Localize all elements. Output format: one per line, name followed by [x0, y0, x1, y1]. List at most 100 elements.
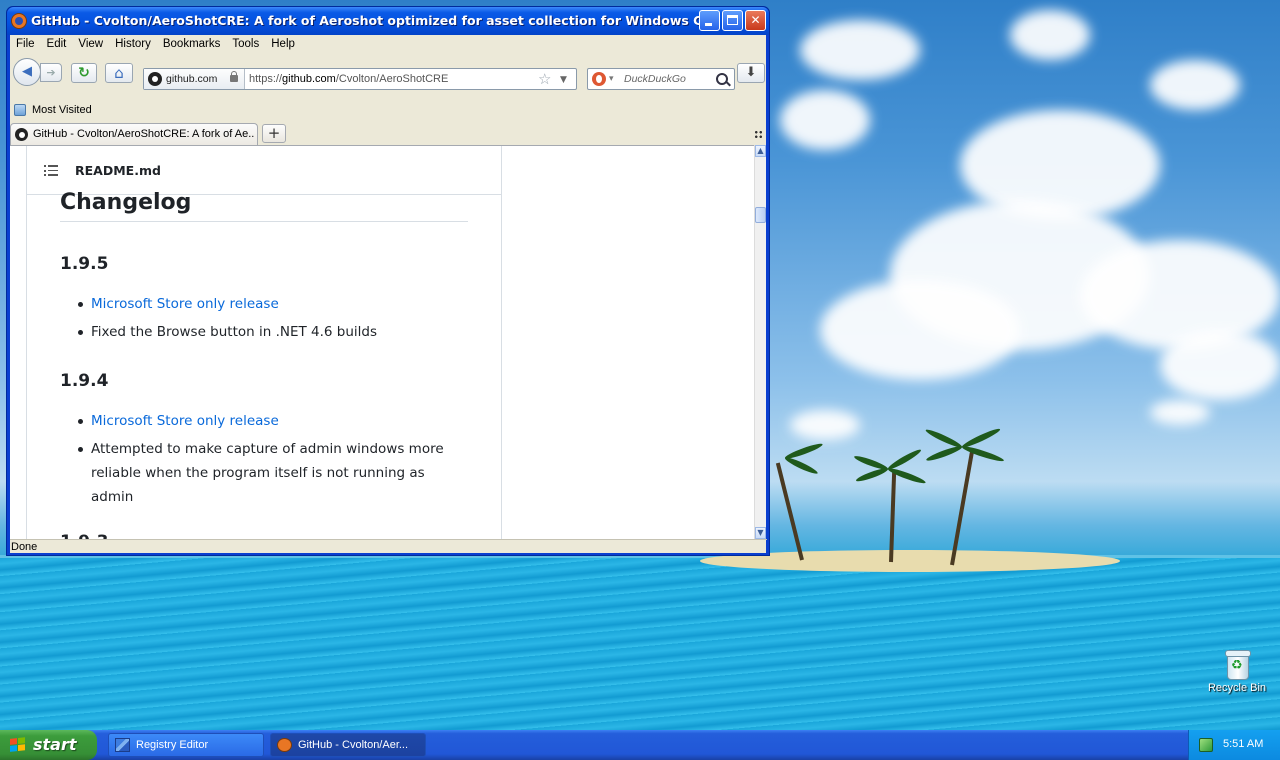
bookmark-most-visited[interactable]: Most Visited: [32, 104, 92, 116]
version-heading: 1.9.5: [60, 254, 109, 274]
title-bar[interactable]: GitHub - Cvolton/AeroShotCRE: A fork of …: [7, 7, 769, 35]
url-path: /Cvolton/AeroShotCRE: [335, 73, 449, 85]
menu-file[interactable]: File: [10, 35, 41, 50]
list-bullet: [78, 330, 83, 335]
url-host: github.com: [282, 73, 336, 85]
menu-bar: File Edit View History Bookmarks Tools Help: [10, 35, 766, 55]
recycle-bin-icon: ♻: [1223, 648, 1251, 680]
cloud: [1080, 240, 1280, 350]
browser-client: File Edit View History Bookmarks Tools Help ◀ …: [10, 35, 767, 554]
system-tray: 5:51 AM: [1188, 730, 1280, 760]
store-release-link[interactable]: Microsoft Store only release: [91, 292, 471, 316]
chevron-up-icon: ▲: [757, 146, 764, 155]
menu-edit[interactable]: Edit: [41, 35, 73, 50]
github-favicon-icon: [148, 72, 162, 86]
page-content: README.md Changelog 1.9.5 Microsoft Stor…: [10, 145, 754, 540]
taskbar-item-label: Registry Editor: [136, 739, 209, 751]
cloud: [820, 280, 1020, 380]
tab-github[interactable]: GitHub - Cvolton/AeroShotCRE: A fork of …: [10, 123, 258, 145]
search-icon[interactable]: [716, 73, 728, 85]
taskbar-item-registry-editor[interactable]: Registry Editor: [108, 733, 264, 757]
scroll-thumb[interactable]: [755, 207, 766, 223]
reload-button[interactable]: ↻: [71, 63, 97, 83]
close-icon: ✕: [750, 13, 761, 27]
sea: [0, 558, 1280, 730]
changelog-heading: Changelog: [60, 190, 468, 222]
url-bar[interactable]: github.com https://github.com/Cvolton/Ae…: [143, 68, 577, 90]
tab-groups-icon[interactable]: [754, 130, 763, 139]
start-label: start: [33, 735, 77, 754]
chevron-down-icon: ▼: [757, 528, 764, 537]
status-bar: Done: [10, 539, 767, 554]
registry-editor-icon: [115, 738, 130, 752]
minimize-icon: [705, 23, 712, 26]
forward-arrow-icon: ➔: [46, 66, 56, 79]
clock[interactable]: 5:51 AM: [1223, 738, 1263, 750]
scroll-down-button[interactable]: ▼: [755, 527, 766, 539]
palm-leaf: [855, 466, 890, 484]
start-button[interactable]: start: [0, 730, 97, 760]
recycle-bin-label: Recycle Bin: [1207, 682, 1267, 694]
app-icon[interactable]: [11, 13, 27, 29]
url-text[interactable]: https://github.com/Cvolton/AeroShotCRE: [249, 69, 448, 89]
duckduckgo-icon[interactable]: [592, 72, 606, 86]
downloads-button[interactable]: ⬇: [737, 63, 765, 83]
most-visited-icon: [14, 104, 26, 116]
cloud: [1150, 400, 1210, 425]
list-bullet: [78, 302, 83, 307]
cloud: [1010, 10, 1090, 60]
vertical-scrollbar[interactable]: ▲ ▼: [754, 145, 766, 539]
search-placeholder: DuckDuckGo: [624, 73, 686, 85]
bookmark-star-icon[interactable]: ☆: [538, 70, 551, 88]
readme-header: README.md: [27, 146, 501, 195]
outline-list-icon[interactable]: [44, 165, 58, 176]
status-text: Done: [11, 541, 38, 553]
taskbar: start Registry Editor GitHub - Cvolton/A…: [0, 730, 1280, 760]
menu-history[interactable]: History: [109, 35, 157, 50]
windows-flag-icon: [10, 737, 26, 753]
site-identity-label: github.com: [166, 73, 218, 85]
cloud: [1150, 60, 1240, 110]
palm-tree: [775, 462, 804, 561]
cloud: [1160, 330, 1280, 400]
plus-icon: +: [267, 124, 281, 142]
forward-button[interactable]: ➔: [40, 63, 62, 82]
back-button[interactable]: ◀: [13, 58, 41, 86]
browser-icon: [277, 738, 292, 752]
list-item: Attempted to make capture of admin windo…: [91, 441, 444, 505]
reload-icon: ↻: [78, 65, 90, 81]
maximize-button[interactable]: [722, 10, 743, 31]
palm-tree: [889, 469, 897, 563]
scroll-up-button[interactable]: ▲: [755, 145, 766, 157]
download-arrow-icon: ⬇: [745, 65, 757, 80]
menu-tools[interactable]: Tools: [226, 35, 265, 50]
network-icon[interactable]: [1199, 738, 1213, 752]
menu-help[interactable]: Help: [265, 35, 301, 50]
close-button[interactable]: ✕: [745, 10, 766, 31]
list-item: Fixed the Browse button in .NET 4.6 buil…: [91, 324, 378, 340]
site-identity[interactable]: github.com: [144, 69, 245, 89]
home-icon: ⌂: [114, 64, 124, 82]
cloud: [800, 20, 920, 80]
menu-bookmarks[interactable]: Bookmarks: [157, 35, 227, 50]
minimize-button[interactable]: [699, 10, 720, 31]
tab-label: GitHub - Cvolton/AeroShotCRE: A fork of …: [33, 128, 255, 140]
store-release-link[interactable]: Microsoft Store only release: [91, 409, 471, 433]
maximize-icon: [727, 15, 738, 25]
version-heading: 1.9.4: [60, 371, 109, 391]
readme-filename: README.md: [75, 163, 161, 178]
browser-window: GitHub - Cvolton/AeroShotCRE: A fork of …: [6, 6, 770, 556]
palm-tree: [950, 451, 974, 566]
bookmarks-toolbar: Most Visited: [10, 101, 766, 121]
search-bar[interactable]: ▾ DuckDuckGo: [587, 68, 735, 90]
menu-view[interactable]: View: [72, 35, 109, 50]
taskbar-item-github[interactable]: GitHub - Cvolton/Aer...: [270, 733, 426, 757]
github-favicon-icon: [15, 128, 28, 141]
readme-panel: README.md Changelog 1.9.5 Microsoft Stor…: [26, 146, 502, 540]
search-engine-dropdown-icon[interactable]: ▾: [609, 69, 614, 89]
home-button[interactable]: ⌂: [105, 63, 133, 83]
url-history-dropdown-icon[interactable]: ▼: [560, 71, 567, 89]
cloud: [780, 90, 870, 150]
new-tab-button[interactable]: +: [262, 124, 286, 143]
recycle-bin-shortcut[interactable]: ♻ Recycle Bin: [1206, 648, 1268, 694]
